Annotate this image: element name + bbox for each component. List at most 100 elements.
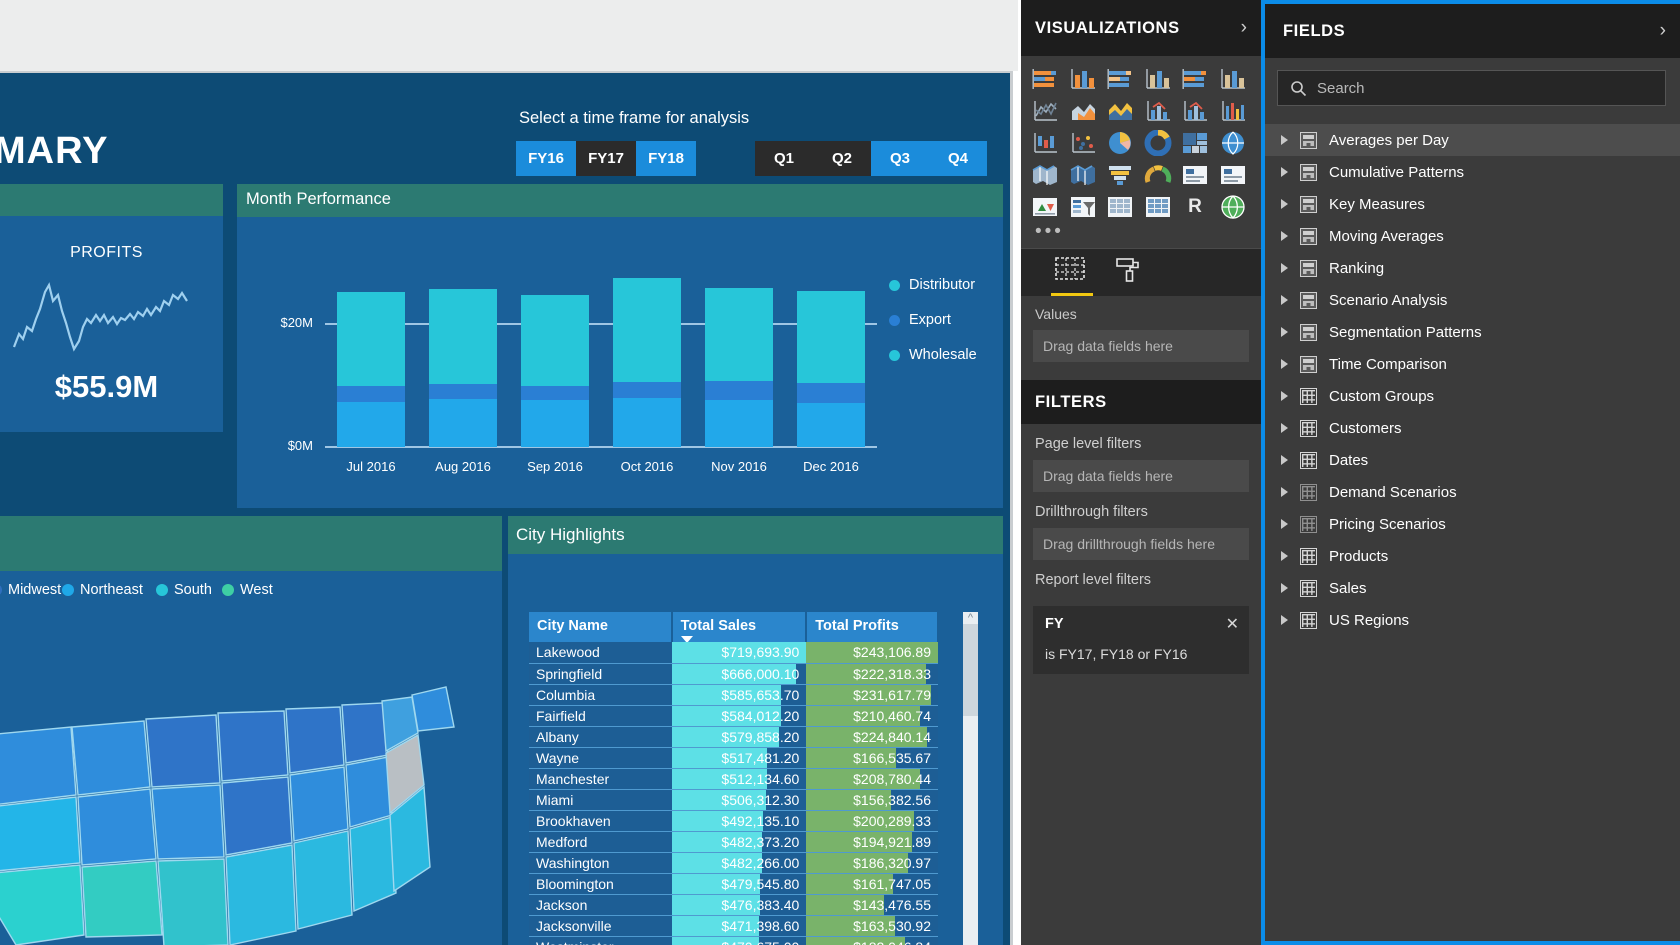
table-row[interactable]: Miami $506,312.30 $156,382.56: [529, 789, 938, 811]
more-visuals-icon[interactable]: •••: [1021, 220, 1261, 248]
slicer-option-fy18[interactable]: FY18: [636, 141, 696, 176]
bar-segment-wholesale[interactable]: [613, 397, 681, 447]
tab-fields-icon[interactable]: [1051, 256, 1093, 296]
field-row-dates[interactable]: Dates: [1265, 444, 1680, 476]
chart-bar[interactable]: [429, 263, 497, 447]
gauge-chart-icon[interactable]: [1144, 162, 1172, 188]
expand-caret-icon[interactable]: [1281, 423, 1288, 433]
table-icon[interactable]: [1106, 194, 1134, 220]
chart-bar[interactable]: [337, 263, 405, 447]
filled-map-icon[interactable]: [1031, 162, 1059, 188]
funnel-chart-icon[interactable]: [1106, 162, 1134, 188]
multi-row-card-icon[interactable]: [1219, 162, 1247, 188]
table-row[interactable]: Lakewood $719,693.90 $243,106.89: [529, 642, 938, 664]
fields-list[interactable]: Averages per Day Cumulative Patterns Key M…: [1265, 124, 1680, 636]
expand-caret-icon[interactable]: [1281, 199, 1288, 209]
bar-segment-wholesale[interactable]: [797, 402, 865, 447]
ribbon-chart-icon[interactable]: [1219, 98, 1247, 124]
chart-bar[interactable]: [705, 263, 773, 447]
field-row-scenario-analysis[interactable]: Scenario Analysis: [1265, 284, 1680, 316]
chart-legend-item[interactable]: Wholesale: [889, 347, 977, 363]
field-row-customers[interactable]: Customers: [1265, 412, 1680, 444]
field-row-sales[interactable]: Sales: [1265, 572, 1680, 604]
field-row-time-comparison[interactable]: Time Comparison: [1265, 348, 1680, 380]
100-stacked-bar-chart-icon[interactable]: [1181, 66, 1209, 92]
chart-bar[interactable]: [521, 263, 589, 447]
bar-segment-wholesale[interactable]: [521, 400, 589, 447]
table-row[interactable]: Medford $482,373.20 $194,921.89: [529, 831, 938, 853]
regions-map-body[interactable]: Midwest Northeast South West: [0, 571, 502, 945]
map-legend-item[interactable]: Northeast: [62, 582, 143, 598]
bar-segment-export[interactable]: [337, 385, 405, 402]
donut-chart-icon[interactable]: [1144, 130, 1172, 156]
scrollbar-thumb[interactable]: [963, 624, 978, 716]
waterfall-chart-icon[interactable]: [1031, 130, 1059, 156]
expand-caret-icon[interactable]: [1281, 391, 1288, 401]
bar-segment-export[interactable]: [613, 381, 681, 398]
slicer-option-q1[interactable]: Q1: [755, 141, 813, 176]
bar-segment-wholesale[interactable]: [429, 399, 497, 447]
bar-segment-export[interactable]: [705, 381, 773, 401]
treemap-icon[interactable]: [1181, 130, 1209, 156]
table-row[interactable]: Jacksonville $471,398.60 $163,530.92: [529, 915, 938, 937]
bar-segment-export[interactable]: [797, 382, 865, 403]
chart-legend-item[interactable]: Distributor: [889, 277, 975, 293]
shape-map-icon[interactable]: [1069, 162, 1097, 188]
chevron-right-icon[interactable]: ›: [1660, 20, 1666, 42]
chart-bar[interactable]: [797, 263, 865, 447]
bar-segment-distributor[interactable]: [521, 294, 589, 386]
expand-caret-icon[interactable]: [1281, 263, 1288, 273]
table-row[interactable]: Albany $579,858.20 $224,840.14: [529, 726, 938, 748]
arcgis-map-icon[interactable]: [1219, 194, 1247, 220]
column-header-total-sales[interactable]: Total Sales: [671, 612, 808, 643]
clustered-column-chart-icon[interactable]: [1144, 66, 1172, 92]
slicer-option-q3[interactable]: Q3: [871, 141, 929, 176]
table-row[interactable]: Fairfield $584,012.20 $210,460.74: [529, 705, 938, 727]
field-row-moving-averages[interactable]: Moving Averages: [1265, 220, 1680, 252]
matrix-icon[interactable]: [1144, 194, 1172, 220]
stacked-area-chart-icon[interactable]: [1106, 98, 1134, 124]
drillthrough-filters-dropzone[interactable]: Drag drillthrough fields here: [1033, 528, 1249, 560]
field-row-demand-scenarios[interactable]: Demand Scenarios: [1265, 476, 1680, 508]
column-header-total-profits[interactable]: Total Profits: [806, 612, 939, 642]
expand-caret-icon[interactable]: [1281, 135, 1288, 145]
bar-segment-distributor[interactable]: [797, 290, 865, 383]
card-icon[interactable]: [1181, 162, 1209, 188]
table-row[interactable]: Jackson $476,383.40 $143,476.55: [529, 894, 938, 916]
expand-caret-icon[interactable]: [1281, 295, 1288, 305]
r-script-visual-icon[interactable]: R: [1181, 194, 1209, 220]
table-row[interactable]: Bloomington $479,545.80 $161,747.05: [529, 873, 938, 895]
field-row-key-measures[interactable]: Key Measures: [1265, 188, 1680, 220]
map-legend-item[interactable]: South: [156, 582, 212, 598]
map-legend-item[interactable]: Midwest: [0, 582, 61, 598]
slicer-option-q4[interactable]: Q4: [929, 141, 987, 176]
field-row-ranking[interactable]: Ranking: [1265, 252, 1680, 284]
field-row-products[interactable]: Products: [1265, 540, 1680, 572]
area-chart-icon[interactable]: [1069, 98, 1097, 124]
bar-segment-wholesale[interactable]: [337, 401, 405, 447]
bar-segment-distributor[interactable]: [429, 288, 497, 384]
field-row-averages-per-day[interactable]: Averages per Day: [1265, 124, 1680, 156]
table-row[interactable]: Westminster $470,675.00 $182,046.84: [529, 936, 938, 945]
expand-caret-icon[interactable]: [1281, 551, 1288, 561]
slicer-icon[interactable]: [1069, 194, 1097, 220]
values-dropzone[interactable]: Drag data fields here: [1033, 330, 1249, 362]
table-row[interactable]: Wayne $517,481.20 $166,535.67: [529, 747, 938, 769]
slicer-option-fy17[interactable]: FY17: [576, 141, 636, 176]
table-header-row[interactable]: City Name Total Sales Total Profits: [529, 612, 939, 643]
bar-segment-distributor[interactable]: [337, 292, 405, 386]
quarter-slicer[interactable]: Q1 Q2 Q3 Q4: [755, 141, 987, 176]
table-scrollbar[interactable]: ^: [963, 612, 978, 945]
bar-segment-distributor[interactable]: [705, 287, 773, 382]
expand-caret-icon[interactable]: [1281, 167, 1288, 177]
expand-caret-icon[interactable]: [1281, 583, 1288, 593]
expand-caret-icon[interactable]: [1281, 327, 1288, 337]
expand-caret-icon[interactable]: [1281, 359, 1288, 369]
line-chart-icon[interactable]: [1031, 98, 1059, 124]
clustered-bar-chart-icon[interactable]: [1106, 66, 1134, 92]
table-row[interactable]: Washington $482,266.00 $186,320.97: [529, 852, 938, 874]
field-row-segmentation-patterns[interactable]: Segmentation Patterns: [1265, 316, 1680, 348]
map-legend-item[interactable]: West: [222, 582, 273, 598]
table-row[interactable]: Manchester $512,134.60 $208,780.44: [529, 768, 938, 790]
remove-filter-icon[interactable]: ✕: [1226, 614, 1239, 634]
